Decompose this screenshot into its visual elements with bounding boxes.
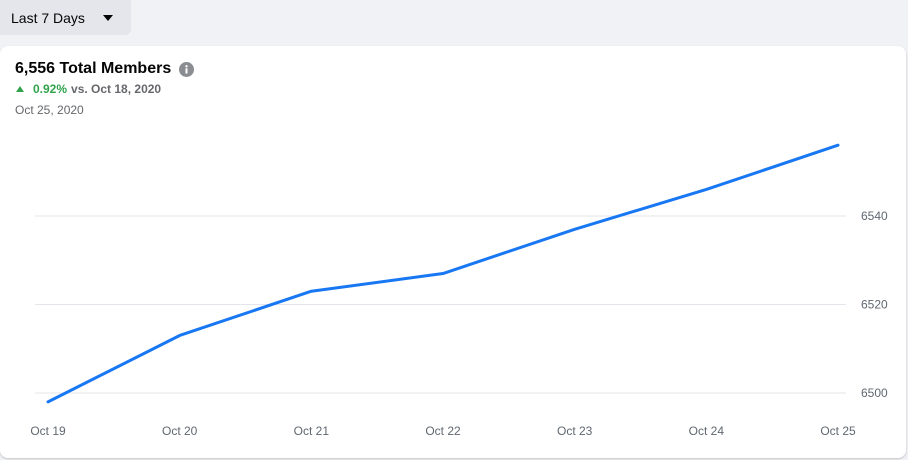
- data-point[interactable]: [437, 268, 449, 280]
- x-tick-label: Oct 24: [689, 424, 725, 438]
- date-range-dropdown[interactable]: Last 7 Days: [0, 0, 131, 35]
- data-point[interactable]: [174, 329, 186, 341]
- x-tick-label: Oct 21: [294, 424, 330, 438]
- data-point[interactable]: [569, 223, 581, 235]
- x-tick-label: Oct 19: [30, 424, 66, 438]
- x-tick-label: Oct 23: [557, 424, 593, 438]
- data-point[interactable]: [832, 139, 844, 151]
- y-tick-label: 6540: [861, 209, 888, 223]
- x-tick-label: Oct 20: [162, 424, 198, 438]
- data-point[interactable]: [305, 285, 317, 297]
- x-tick-label: Oct 22: [425, 424, 461, 438]
- y-tick-label: 6500: [861, 386, 888, 400]
- x-tick-label: Oct 25: [820, 424, 856, 438]
- data-point[interactable]: [700, 183, 712, 195]
- members-line-chart: 6500 6520 6540 Oct 19 Oct 20 Oct 21 Oct 22 Oct …: [30, 139, 888, 438]
- data-point[interactable]: [42, 396, 54, 408]
- date-range-label: Last 7 Days: [11, 9, 85, 26]
- caret-down-icon: [102, 14, 113, 21]
- y-tick-label: 6520: [861, 298, 888, 312]
